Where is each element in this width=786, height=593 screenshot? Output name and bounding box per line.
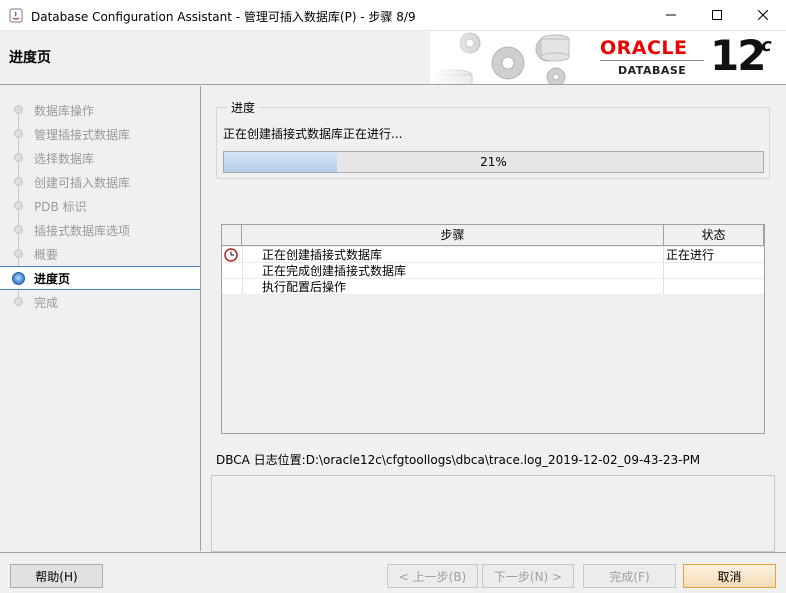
help-button[interactable]: 帮助(H) [10,564,103,588]
page-title: 进度页 [9,50,51,66]
wizard-step-nav: 数据库操作 管理插接式数据库 选择数据库 创建可插入数据库 PDB 标识 插接式… [0,86,201,551]
step-label: 正在创建插接式数据库 [262,248,383,262]
step-label: 执行配置后操作 [262,280,347,294]
step-dot-icon [14,249,23,258]
icon-column-header [222,225,242,246]
nav-step-create-pdb: 创建可插入数据库 [0,170,200,194]
java-app-icon [9,8,23,23]
step-dot-icon [14,225,23,234]
log-location-text: DBCA 日志位置:D:\oracle12c\cfgtoollogs\dbca\… [216,453,701,467]
progress-bar: 21% [223,151,764,173]
steps-table: 步骤 状态 正在创建插接式数据库 正在进行 正在完成创建插接式数据库 执行配置后… [221,224,765,434]
title-bar: Database Configuration Assistant - 管理可插入… [0,0,786,31]
step-dot-icon [14,177,23,186]
current-step-icon [12,272,25,285]
header-banner: 进度页 ORACLE DATABASE 12 c [0,31,786,85]
step-label: 正在完成创建插接式数据库 [262,264,407,278]
nav-step-database-operation: 数据库操作 [0,98,200,122]
table-row[interactable]: 正在创建插接式数据库 正在进行 [222,247,764,263]
clock-icon [224,248,238,262]
table-row[interactable]: 执行配置后操作 [222,279,764,295]
step-dot-icon [14,297,23,306]
close-icon [758,10,768,20]
step-dot-icon [14,153,23,162]
minimize-icon [666,14,676,16]
step-dot-icon [14,201,23,210]
nav-step-progress: 进度页 [0,266,200,290]
oracle-logo-text: ORACLE [600,37,688,59]
progress-percent: 21% [480,155,507,169]
nav-step-summary: 概要 [0,242,200,266]
version-suffix: c [761,35,772,56]
nav-step-pdb-options: 插接式数据库选项 [0,218,200,242]
column-divider [242,246,243,294]
window-title: Database Configuration Assistant - 管理可插入… [31,10,416,24]
oracle-banner: ORACLE DATABASE 12 c [430,31,786,84]
maximize-button[interactable] [694,0,740,30]
step-status: 正在进行 [666,248,715,262]
finish-button[interactable]: 完成(F) [583,564,676,588]
database-logo-text: DATABASE [618,64,687,77]
status-column-header[interactable]: 状态 [664,225,764,246]
logo-divider [600,60,704,61]
next-button[interactable]: 下一步(N) > [482,564,574,588]
progress-group: 进度 正在创建插接式数据库正在进行... 21% [216,99,770,179]
gears-graphic-icon [430,31,590,84]
table-row[interactable]: 正在完成创建插接式数据库 [222,263,764,279]
nav-step-manage-pdb: 管理插接式数据库 [0,122,200,146]
maximize-icon [712,10,722,20]
details-panel [211,475,775,552]
close-button[interactable] [740,0,786,30]
minimize-button[interactable] [648,0,694,30]
nav-step-pdb-identity: PDB 标识 [0,194,200,218]
step-dot-icon [14,105,23,114]
nav-step-finish: 完成 [0,290,200,314]
step-column-header[interactable]: 步骤 [242,225,664,246]
cancel-button[interactable]: 取消 [683,564,776,588]
footer-divider [0,552,786,553]
progress-status-text: 正在创建插接式数据库正在进行... [223,127,403,141]
back-button[interactable]: < 上一步(B) [387,564,478,588]
progress-legend: 进度 [227,99,260,116]
column-divider [663,246,664,294]
step-dot-icon [14,129,23,138]
nav-step-select-database: 选择数据库 [0,146,200,170]
table-header: 步骤 状态 [222,225,764,246]
version-number: 12 [710,31,766,80]
